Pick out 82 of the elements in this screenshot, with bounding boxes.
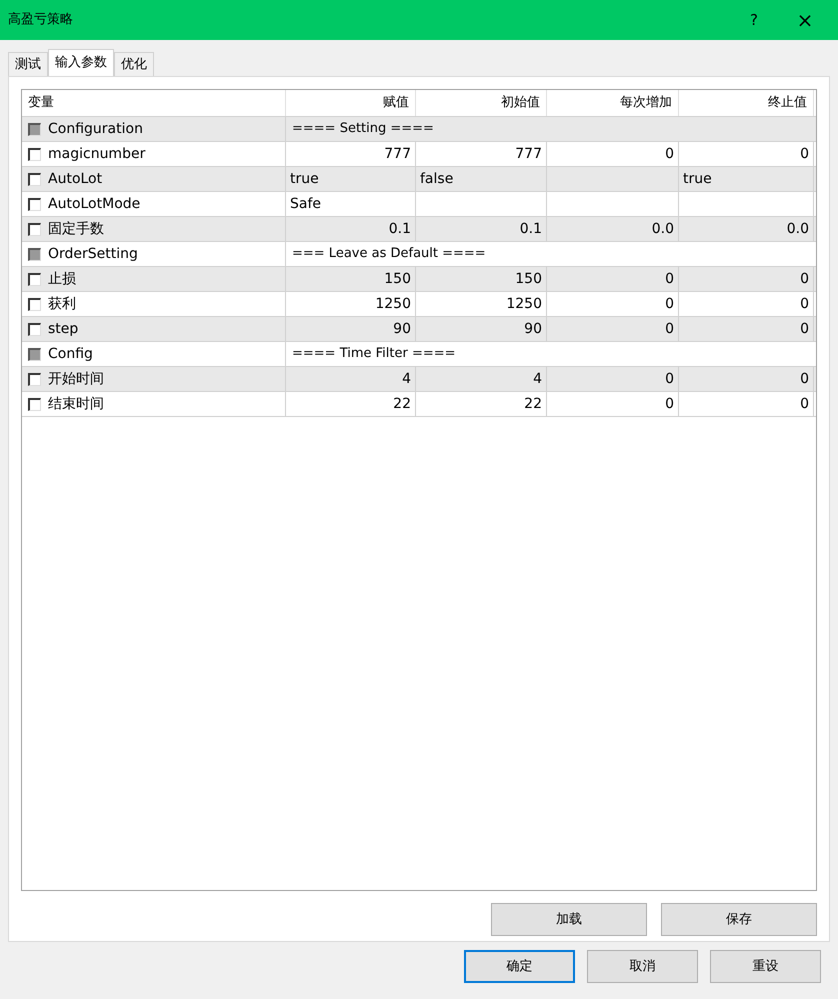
close-button[interactable]: × — [780, 5, 830, 35]
table-cell-text: 0.1 — [388, 220, 411, 238]
table-row[interactable]: 固定手数 0.1 0.1 0.0 0.0 — [22, 216, 816, 241]
table-cell-text: 0.0 — [652, 220, 674, 238]
checkbox[interactable] — [28, 148, 41, 160]
table-cell-text: true — [290, 170, 319, 188]
parameter-name: OrderSetting — [48, 244, 138, 264]
table-cell-text: 0 — [800, 144, 809, 164]
checkbox[interactable] — [28, 222, 41, 236]
table-cell-text: 0 — [665, 270, 674, 288]
tab[interactable]: 测试 — [8, 52, 48, 76]
table-cell-text: 90 — [393, 320, 411, 338]
table-cell-text: 0 — [665, 394, 674, 414]
table-cell-text: ==== Setting ==== — [291, 120, 435, 138]
table-row[interactable]: 止损 150 150 0 0 — [22, 266, 816, 291]
table-cell-text: 150 — [515, 270, 542, 288]
parameter-name: 获利 — [48, 294, 76, 314]
table-row[interactable]: AutoLot true false true — [22, 166, 816, 191]
table-cell-text: 0 — [665, 370, 674, 388]
dialog-button[interactable]: 确定 — [464, 950, 575, 983]
table-cell-text: 0.1 — [520, 220, 542, 238]
table-cell-text: 90 — [524, 320, 542, 338]
table-cell-text: 0 — [665, 294, 674, 314]
parameter-name: 止损 — [48, 270, 76, 288]
parameter-name: 结束时间 — [48, 394, 104, 414]
parameter-name: step — [48, 320, 78, 338]
parameter-name: AutoLot — [48, 170, 102, 188]
table-cell-text: 0 — [800, 294, 809, 314]
checkbox[interactable] — [28, 172, 41, 186]
dialog-button[interactable]: 重设 — [710, 950, 821, 983]
checkbox[interactable] — [28, 298, 41, 310]
table-row[interactable]: Configuration ==== Setting ==== — [22, 116, 816, 141]
table-row[interactable]: Config ==== Time Filter ==== — [22, 341, 816, 366]
table-cell-text: 1250 — [375, 294, 411, 314]
parameter-name: 开始时间 — [48, 370, 104, 388]
panel-button[interactable]: 加载 — [491, 903, 647, 936]
table-cell-text: 22 — [393, 394, 411, 414]
table-cell-text: 0 — [800, 394, 809, 414]
table-cell-text: 150 — [384, 270, 411, 288]
table-cell-text: 0 — [800, 370, 809, 388]
checkbox[interactable] — [28, 272, 41, 286]
table-cell-text: === Leave as Default ==== — [291, 245, 487, 264]
table-cell-text: 0 — [800, 270, 809, 288]
parameter-name: 固定手数 — [48, 220, 104, 238]
parameter-name: magicnumber — [48, 144, 146, 164]
table-row[interactable]: magicnumber 777 777 0 0 — [22, 141, 816, 166]
table-row[interactable]: step 90 90 0 0 — [22, 316, 816, 341]
table-row[interactable]: 开始时间 4 4 0 0 — [22, 366, 816, 391]
dialog-button[interactable]: 取消 — [587, 950, 698, 983]
table-cell-text: 0.0 — [786, 220, 809, 238]
table-cell-text: Safe — [290, 194, 322, 214]
table-cell-text: 0 — [665, 144, 674, 164]
table-cell-text: 777 — [515, 144, 542, 164]
tab[interactable]: 优化 — [114, 52, 154, 76]
table-cell-text: 4 — [402, 370, 411, 388]
table-cell-text: true — [683, 170, 712, 188]
table-cell-text: 22 — [524, 394, 542, 414]
checkbox[interactable] — [28, 322, 41, 336]
parameter-name: Config — [48, 344, 93, 364]
table-row[interactable]: 结束时间 22 22 0 0 — [22, 391, 816, 416]
checkbox[interactable] — [28, 122, 41, 136]
table-cell-text: 1250 — [506, 294, 542, 314]
table-cell-text: 0 — [800, 320, 809, 338]
table-cell-text: 4 — [533, 370, 542, 388]
panel-button[interactable]: 保存 — [661, 903, 817, 936]
checkbox[interactable] — [28, 248, 41, 260]
help-button[interactable]: ? — [734, 5, 774, 35]
table-row[interactable]: OrderSetting === Leave as Default ==== — [22, 241, 816, 266]
tab[interactable]: 输入参数 — [48, 49, 114, 76]
window-title: 高盈亏策略 — [8, 11, 73, 30]
table-row[interactable]: AutoLotMode Safe — [22, 191, 816, 216]
table-cell-text: false — [420, 170, 454, 188]
table-cell-text: 777 — [384, 144, 411, 164]
checkbox[interactable] — [28, 348, 41, 360]
parameter-name: Configuration — [48, 120, 143, 138]
table-row[interactable]: 获利 1250 1250 0 0 — [22, 291, 816, 316]
checkbox[interactable] — [28, 198, 41, 210]
checkbox[interactable] — [28, 372, 41, 386]
table-cell-text: 0 — [665, 320, 674, 338]
checkbox[interactable] — [28, 398, 41, 410]
table-cell-text: ==== Time Filter ==== — [291, 345, 457, 364]
parameter-name: AutoLotMode — [48, 194, 140, 214]
